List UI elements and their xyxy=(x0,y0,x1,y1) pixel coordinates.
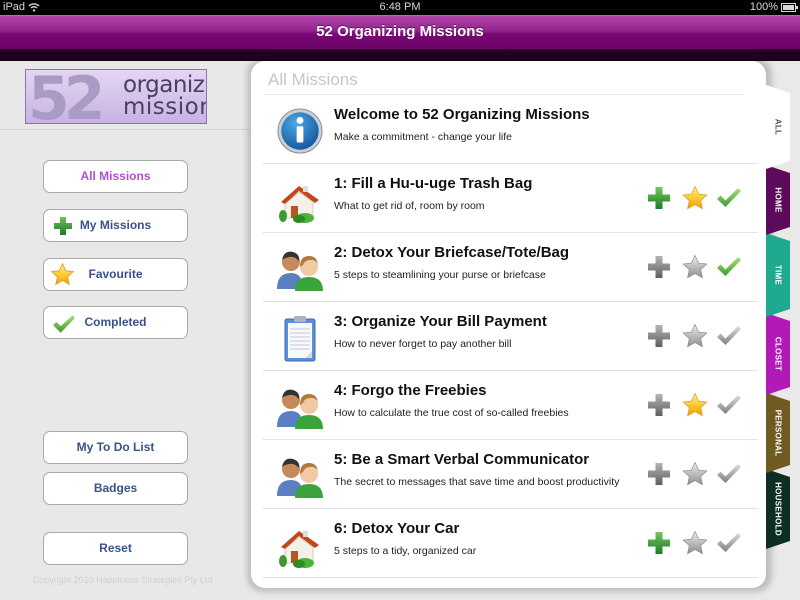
filter-my-missions-button[interactable]: My Missions xyxy=(43,209,188,242)
logo-word-2: missions xyxy=(123,94,206,120)
filter-all-missions-button[interactable]: All Missions xyxy=(43,160,188,193)
filter-label: My Missions xyxy=(79,218,152,232)
completed-check-icon[interactable] xyxy=(715,253,743,281)
completed-check-icon[interactable] xyxy=(715,529,743,557)
category-tab-household[interactable]: HOUSEHOLD xyxy=(766,469,790,549)
add-to-my-missions-icon[interactable] xyxy=(645,322,673,350)
check-icon xyxy=(53,315,75,333)
battery-icon xyxy=(781,3,798,12)
logo-number: 52 xyxy=(28,69,105,124)
mission-row[interactable]: 2: Detox Your Briefcase/Tote/Bag 5 steps … xyxy=(263,233,758,302)
mission-row[interactable]: 4: Forgo the Freebies How to calculate th… xyxy=(263,371,758,440)
mission-actions xyxy=(645,253,745,283)
mission-subtitle: What to get rid of, room by room xyxy=(334,200,485,212)
nav-bar: 52 Organizing Missions xyxy=(0,15,800,49)
filter-label: Completed xyxy=(84,315,147,329)
welcome-row[interactable]: Welcome to 52 Organizing Missions Make a… xyxy=(263,95,758,164)
favourite-star-icon[interactable] xyxy=(681,391,709,419)
category-tab-home[interactable]: HOME xyxy=(766,165,790,235)
mission-row[interactable]: 6: Detox Your Car 5 steps to a tidy, orga… xyxy=(263,509,758,578)
missions-panel: All Missions Welcome to 52 Organizing Mi… xyxy=(251,61,766,588)
mission-row[interactable]: 5: Be a Smart Verbal Communicator The sec… xyxy=(263,440,758,509)
tab-label: HOME xyxy=(773,187,783,213)
copyright-text: Copyright 2010 Happiness Strategies Pty … xyxy=(32,575,213,585)
completed-check-icon[interactable] xyxy=(715,460,743,488)
mission-title: 4: Forgo the Freebies xyxy=(334,382,487,399)
mission-title: 1: Fill a Hu-u-uge Trash Bag xyxy=(334,175,533,192)
mission-title: 2: Detox Your Briefcase/Tote/Bag xyxy=(334,244,570,261)
tab-label: PERSONAL xyxy=(773,409,783,457)
category-tab-time[interactable]: TIME xyxy=(766,233,790,317)
badges-button[interactable]: Badges xyxy=(43,472,188,505)
button-label: Badges xyxy=(93,481,138,495)
mission-actions xyxy=(645,322,745,352)
button-label: Reset xyxy=(99,541,132,555)
status-bar: iPad 6:48 PM 100% xyxy=(0,0,800,15)
add-to-my-missions-icon[interactable] xyxy=(645,460,673,488)
battery-percent: 100% xyxy=(749,1,778,13)
mission-actions xyxy=(645,529,745,559)
add-to-my-missions-icon[interactable] xyxy=(645,391,673,419)
mission-title: 5: Be a Smart Verbal Communicator xyxy=(334,451,590,468)
mission-row[interactable]: 1: Fill a Hu-u-uge Trash Bag What to get … xyxy=(263,164,758,233)
mission-subtitle: 5 steps to steamlining your purse or bri… xyxy=(334,269,546,281)
sidebar-divider xyxy=(0,129,250,130)
mission-actions xyxy=(645,391,745,421)
completed-check-icon[interactable] xyxy=(715,184,743,212)
clipboard-icon xyxy=(284,316,316,362)
mission-actions xyxy=(645,460,745,490)
mission-title: 3: Organize Your Bill Payment xyxy=(334,313,547,330)
filter-label: Favourite xyxy=(88,267,143,281)
mission-title: 6: Detox Your Car xyxy=(334,520,460,537)
sidebar: 52 organizing missions All Missions My M… xyxy=(0,61,250,600)
mission-subtitle: The secret to messages that save time an… xyxy=(334,476,620,488)
favourite-star-icon[interactable] xyxy=(681,184,709,212)
welcome-subtitle: Make a commitment - change your life xyxy=(334,131,512,143)
favourite-star-icon[interactable] xyxy=(681,322,709,350)
add-to-my-missions-icon[interactable] xyxy=(645,529,673,557)
completed-check-icon[interactable] xyxy=(715,322,743,350)
favourite-star-icon[interactable] xyxy=(681,529,709,557)
category-tab-closet[interactable]: CLOSET xyxy=(766,313,790,395)
app-logo: 52 organizing missions xyxy=(25,69,207,124)
favourite-star-icon[interactable] xyxy=(681,460,709,488)
completed-check-icon[interactable] xyxy=(715,391,743,419)
app-title: 52 Organizing Missions xyxy=(316,23,484,40)
add-to-my-missions-icon[interactable] xyxy=(645,184,673,212)
people-icon xyxy=(277,458,323,498)
house-icon xyxy=(279,186,319,223)
house-icon xyxy=(279,531,319,568)
button-label: My To Do List xyxy=(76,440,155,454)
reset-button[interactable]: Reset xyxy=(43,532,188,565)
tab-label: HOUSEHOLD xyxy=(773,482,783,536)
people-icon xyxy=(277,389,323,429)
clock: 6:48 PM xyxy=(379,1,421,13)
mission-subtitle: How to calculate the true cost of so-cal… xyxy=(334,407,569,419)
info-icon xyxy=(277,108,323,154)
category-tab-all[interactable]: ALL xyxy=(766,85,790,169)
filter-completed-button[interactable]: Completed xyxy=(43,306,188,339)
tab-label: ALL xyxy=(773,118,783,136)
my-todo-list-button[interactable]: My To Do List xyxy=(43,431,188,464)
mission-actions xyxy=(645,184,745,214)
filter-label: All Missions xyxy=(80,169,151,183)
add-to-my-missions-icon[interactable] xyxy=(645,253,673,281)
mission-subtitle: How to never forget to pay another bill xyxy=(334,338,512,350)
star-icon xyxy=(50,262,75,286)
plus-icon xyxy=(54,217,72,235)
category-tab-personal[interactable]: PERSONAL xyxy=(766,393,790,473)
people-icon xyxy=(277,251,323,291)
favourite-star-icon[interactable] xyxy=(681,253,709,281)
panel-heading: All Missions xyxy=(268,70,358,89)
mission-subtitle: 5 steps to a tidy, organized car xyxy=(334,545,477,557)
mission-row[interactable]: 3: Organize Your Bill Payment How to neve… xyxy=(263,302,758,371)
tab-label: TIME xyxy=(773,264,783,286)
filter-favourite-button[interactable]: Favourite xyxy=(43,258,188,291)
tab-label: CLOSET xyxy=(773,336,783,372)
welcome-title: Welcome to 52 Organizing Missions xyxy=(334,106,590,123)
